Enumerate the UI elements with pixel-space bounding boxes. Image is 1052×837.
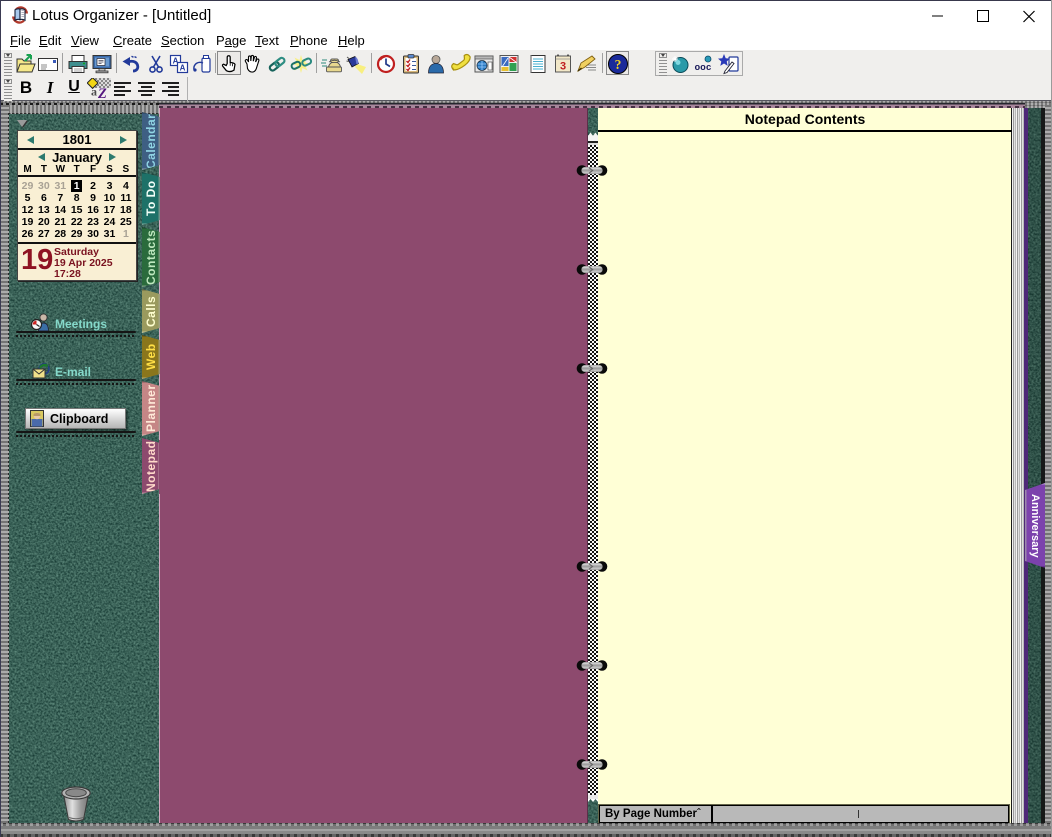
svg-text:A: A [180,64,186,73]
svg-text:ooc: ooc [694,62,711,73]
svg-text:?: ? [615,57,622,72]
svg-text:a: a [91,85,97,99]
svg-text:3: 3 [560,61,566,73]
svg-text:Z: Z [97,86,107,100]
